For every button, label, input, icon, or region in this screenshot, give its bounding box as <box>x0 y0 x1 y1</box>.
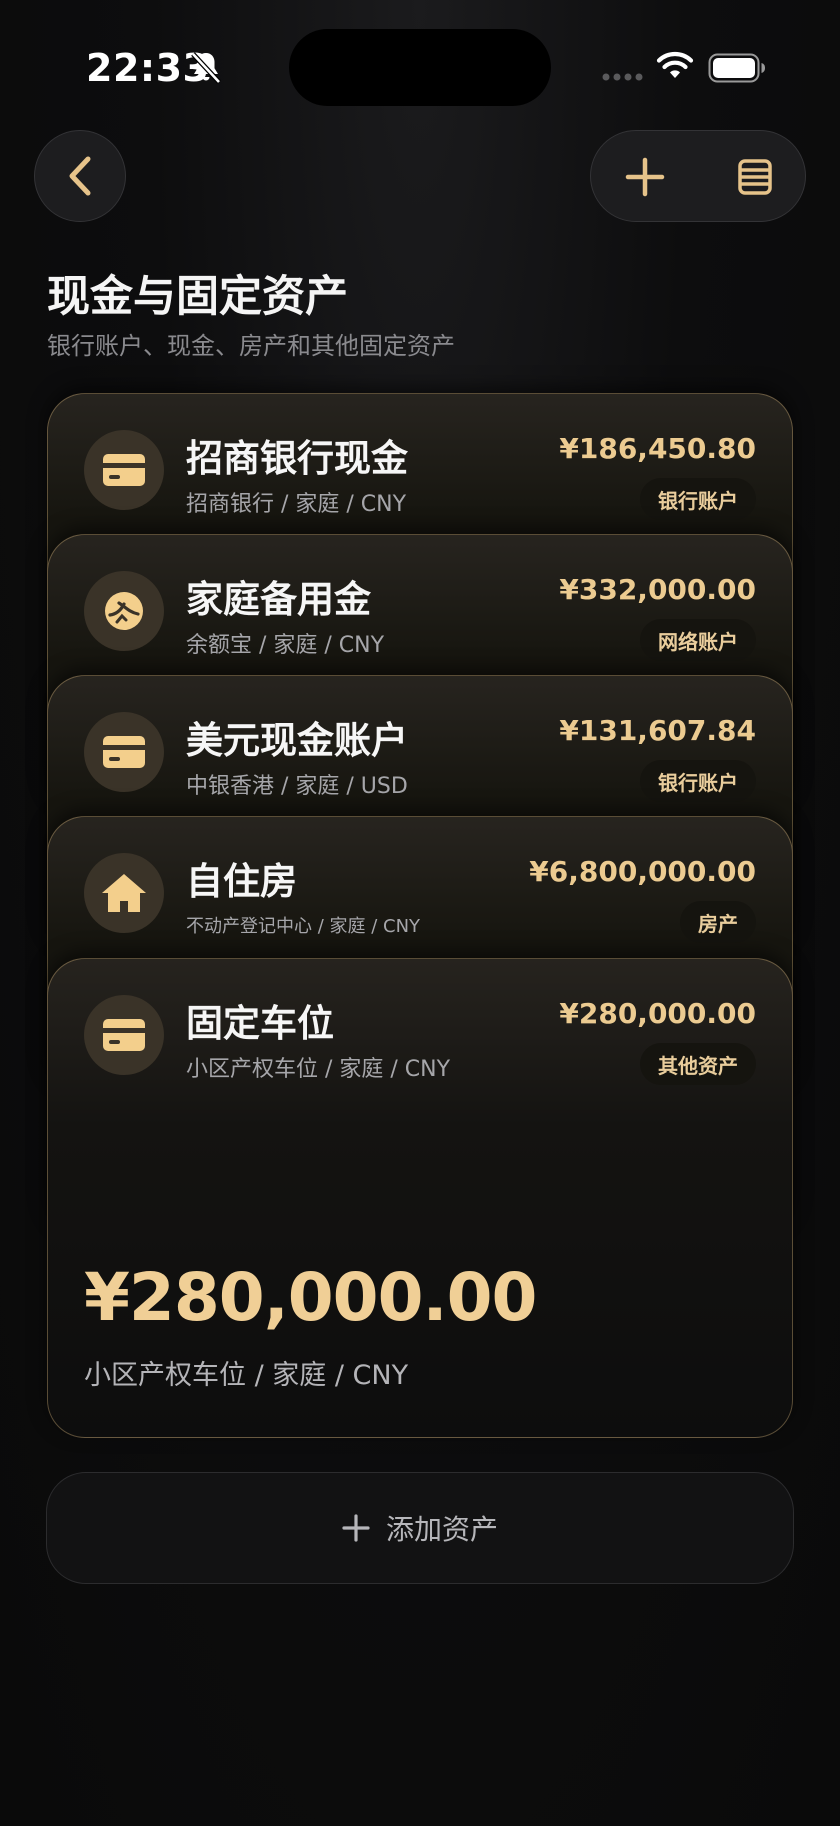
asset-amount: ¥6,800,000.00 <box>529 855 756 888</box>
add-asset-label: 添加资产 <box>385 1513 498 1546</box>
asset-meta: 余额宝 / 家庭 / CNY <box>186 633 385 658</box>
asset-meta: 中银香港 / 家庭 / USD <box>186 774 408 799</box>
asset-name: 家庭备用金 <box>186 578 371 621</box>
yuebao-icon-wrap <box>84 571 164 651</box>
asset-name: 招商银行现金 <box>186 437 408 480</box>
credit-card-icon <box>103 736 145 768</box>
asset-big-meta: 小区产权车位 / 家庭 / CNY <box>84 1360 409 1391</box>
list-button[interactable] <box>725 147 785 207</box>
signal-dots-icon <box>602 73 643 81</box>
plus-icon <box>625 157 665 197</box>
add-asset-button[interactable]: 添加资产 <box>46 1472 794 1584</box>
asset-amount: ¥280,000.00 <box>559 997 756 1030</box>
bell-slash-icon <box>191 52 221 84</box>
credit-card-icon-wrap <box>84 995 164 1075</box>
asset-amount: ¥131,607.84 <box>559 714 756 747</box>
dynamic-island <box>289 29 551 106</box>
add-button[interactable] <box>615 147 675 207</box>
house-icon-wrap <box>84 853 164 933</box>
plus-icon <box>342 1514 370 1542</box>
yuebao-icon <box>105 592 143 630</box>
credit-card-icon <box>103 1019 145 1051</box>
asset-card-expanded[interactable]: 固定车位 小区产权车位 / 家庭 / CNY ¥280,000.00 其他资产 … <box>47 958 793 1438</box>
wifi-icon <box>656 52 694 78</box>
chevron-left-icon <box>69 156 91 196</box>
toolbar-pill <box>590 130 806 222</box>
credit-card-icon-wrap <box>84 430 164 510</box>
asset-big-amount: ¥280,000.00 <box>84 1259 537 1336</box>
asset-name: 自住房 <box>186 860 297 903</box>
asset-amount: ¥186,450.80 <box>559 432 756 465</box>
asset-name: 固定车位 <box>186 1002 334 1045</box>
asset-name: 美元现金账户 <box>186 719 408 762</box>
credit-card-icon <box>103 454 145 486</box>
house-icon <box>102 874 146 912</box>
credit-card-icon-wrap <box>84 712 164 792</box>
page-subtitle: 银行账户、现金、房产和其他固定资产 <box>47 332 455 360</box>
asset-meta: 招商银行 / 家庭 / CNY <box>186 492 407 517</box>
list-icon <box>738 159 772 195</box>
back-button[interactable] <box>34 130 126 222</box>
asset-type-badge: 其他资产 <box>640 1043 756 1085</box>
asset-type-badge: 房产 <box>680 901 756 943</box>
asset-meta: 不动产登记中心 / 家庭 / CNY <box>186 916 421 937</box>
status-bar: 22:33 <box>0 0 840 120</box>
battery-icon <box>708 53 765 83</box>
asset-meta: 小区产权车位 / 家庭 / CNY <box>186 1057 451 1082</box>
asset-type-badge: 银行账户 <box>640 760 756 802</box>
page-title: 现金与固定资产 <box>47 272 348 322</box>
asset-type-badge: 银行账户 <box>640 478 756 520</box>
asset-amount: ¥332,000.00 <box>559 573 756 606</box>
asset-type-badge: 网络账户 <box>640 619 756 661</box>
